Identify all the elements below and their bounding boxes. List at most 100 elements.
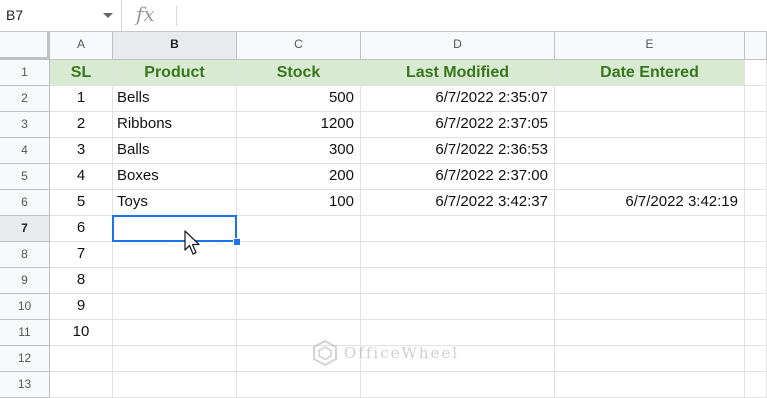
cell-e9[interactable] [555, 268, 745, 294]
cell-filler [745, 112, 767, 138]
cell-b13[interactable] [113, 372, 237, 398]
cell-b5[interactable]: Boxes [113, 164, 237, 190]
row-header-1[interactable]: 1 [0, 60, 50, 86]
cell-c8[interactable] [237, 242, 361, 268]
cell-d8[interactable] [361, 242, 555, 268]
cell-d9[interactable] [361, 268, 555, 294]
cell-a5[interactable]: 4 [50, 164, 113, 190]
cell-d10[interactable] [361, 294, 555, 320]
cell-filler [745, 320, 767, 346]
row-header-13[interactable]: 13 [0, 372, 50, 398]
header-cell-stock[interactable]: Stock [237, 60, 361, 86]
cell-filler [745, 164, 767, 190]
column-header-d[interactable]: D [361, 32, 555, 60]
cell-b3[interactable]: Ribbons [113, 112, 237, 138]
cell-a9[interactable]: 8 [50, 268, 113, 294]
cell-b9[interactable] [113, 268, 237, 294]
row-header-7[interactable]: 7 [0, 216, 50, 242]
cell-c7[interactable] [237, 216, 361, 242]
cell-e8[interactable] [555, 242, 745, 268]
cell-b6[interactable]: Toys [113, 190, 237, 216]
cell-d4[interactable]: 6/7/2022 2:36:53 [361, 138, 555, 164]
cell-filler [745, 268, 767, 294]
cell-e2[interactable] [555, 86, 745, 112]
row-header-2[interactable]: 2 [0, 86, 50, 112]
header-cell-date-entered[interactable]: Date Entered [555, 60, 745, 86]
cell-b12[interactable] [113, 346, 237, 372]
row-header-10[interactable]: 10 [0, 294, 50, 320]
select-all-corner[interactable] [0, 32, 50, 60]
cell-filler [745, 138, 767, 164]
cell-a7[interactable]: 6 [50, 216, 113, 242]
cell-e11[interactable] [555, 320, 745, 346]
cell-filler [745, 60, 767, 86]
cell-d7[interactable] [361, 216, 555, 242]
cell-c9[interactable] [237, 268, 361, 294]
header-cell-last-modified[interactable]: Last Modified [361, 60, 555, 86]
cell-e5[interactable] [555, 164, 745, 190]
column-header-c[interactable]: C [237, 32, 361, 60]
cell-c10[interactable] [237, 294, 361, 320]
cell-d5[interactable]: 6/7/2022 2:37:00 [361, 164, 555, 190]
cell-c13[interactable] [237, 372, 361, 398]
chevron-down-icon[interactable] [103, 13, 113, 18]
cell-filler [745, 216, 767, 242]
cell-e10[interactable] [555, 294, 745, 320]
row-header-11[interactable]: 11 [0, 320, 50, 346]
row-header-12[interactable]: 12 [0, 346, 50, 372]
cell-e7[interactable] [555, 216, 745, 242]
name-box[interactable]: B7 [0, 0, 122, 31]
cell-a6[interactable]: 5 [50, 190, 113, 216]
cell-b11[interactable] [113, 320, 237, 346]
fill-handle[interactable] [233, 238, 241, 246]
header-cell-product[interactable]: Product [113, 60, 237, 86]
formula-bar: B7 fx [0, 0, 767, 32]
header-cell-sl[interactable]: SL [50, 60, 113, 86]
cell-d6[interactable]: 6/7/2022 3:42:37 [361, 190, 555, 216]
column-header-a[interactable]: A [50, 32, 113, 60]
officewheel-logo-icon [313, 340, 337, 366]
column-header-b[interactable]: B [113, 32, 237, 60]
cell-b2[interactable]: Bells [113, 86, 237, 112]
cell-b4[interactable]: Balls [113, 138, 237, 164]
cell-a11[interactable]: 10 [50, 320, 113, 346]
cell-filler [745, 86, 767, 112]
cell-e12[interactable] [555, 346, 745, 372]
cell-b7[interactable] [113, 216, 237, 242]
cell-d3[interactable]: 6/7/2022 2:37:05 [361, 112, 555, 138]
cell-a4[interactable]: 3 [50, 138, 113, 164]
column-header-e[interactable]: E [555, 32, 745, 60]
row-header-8[interactable]: 8 [0, 242, 50, 268]
row-header-9[interactable]: 9 [0, 268, 50, 294]
cell-a13[interactable] [50, 372, 113, 398]
cell-a2[interactable]: 1 [50, 86, 113, 112]
cell-a8[interactable]: 7 [50, 242, 113, 268]
cell-filler [745, 346, 767, 372]
cell-e4[interactable] [555, 138, 745, 164]
formula-input[interactable] [182, 0, 767, 31]
cell-c6[interactable]: 100 [237, 190, 361, 216]
watermark: OfficeWheel [312, 340, 459, 366]
row-header-4[interactable]: 4 [0, 138, 50, 164]
cell-a10[interactable]: 9 [50, 294, 113, 320]
cell-e3[interactable] [555, 112, 745, 138]
cell-a12[interactable] [50, 346, 113, 372]
row-header-5[interactable]: 5 [0, 164, 50, 190]
cell-filler [745, 242, 767, 268]
cell-d13[interactable] [361, 372, 555, 398]
cell-e6[interactable]: 6/7/2022 3:42:19 [555, 190, 745, 216]
cell-c2[interactable]: 500 [237, 86, 361, 112]
fx-icon: fx [136, 2, 155, 26]
cell-b10[interactable] [113, 294, 237, 320]
row-header-6[interactable]: 6 [0, 190, 50, 216]
cell-c5[interactable]: 200 [237, 164, 361, 190]
watermark-text: OfficeWheel [344, 344, 460, 362]
cell-a3[interactable]: 2 [50, 112, 113, 138]
cell-c4[interactable]: 300 [237, 138, 361, 164]
row-header-3[interactable]: 3 [0, 112, 50, 138]
cell-e13[interactable] [555, 372, 745, 398]
mouse-pointer-icon [184, 230, 200, 255]
cell-d2[interactable]: 6/7/2022 2:35:07 [361, 86, 555, 112]
cell-c3[interactable]: 1200 [237, 112, 361, 138]
cell-b8[interactable] [113, 242, 237, 268]
